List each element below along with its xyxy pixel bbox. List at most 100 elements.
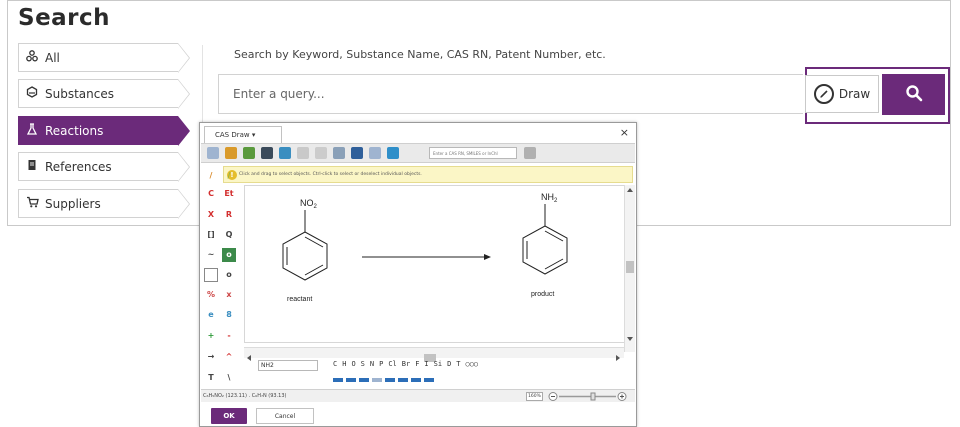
- reaction-arrowhead: [484, 254, 491, 260]
- element-cl[interactable]: Cl: [388, 360, 396, 368]
- mapping-icon[interactable]: 8: [222, 308, 236, 322]
- status-bar: C₆H₅NO₂ (123.11) . C₆H₇N (93.13) 160%: [201, 389, 635, 402]
- zoom-tool-icon[interactable]: Q: [222, 228, 236, 242]
- element-t[interactable]: T: [456, 360, 460, 368]
- info-text: Click and drag to select objects. Ctrl-c…: [239, 172, 422, 177]
- bold-bond-icon[interactable]: [411, 378, 421, 382]
- redo-icon[interactable]: [369, 147, 381, 159]
- plus-charge-icon[interactable]: +: [204, 329, 218, 343]
- zoom-level[interactable]: 160%: [526, 392, 543, 401]
- carbon-chain-icon[interactable]: C: [204, 187, 218, 201]
- product-label: product: [531, 291, 554, 298]
- element-br[interactable]: Br: [402, 360, 410, 368]
- ring-tool-icon[interactable]: o: [222, 248, 236, 262]
- template-icon[interactable]: [243, 147, 255, 159]
- arrow-tool-icon[interactable]: →: [204, 350, 218, 364]
- element-h[interactable]: H: [342, 360, 346, 368]
- line-tool-icon[interactable]: \: [222, 371, 236, 385]
- element-f[interactable]: F: [415, 360, 419, 368]
- structure-query-input[interactable]: [429, 147, 517, 159]
- search-button[interactable]: [882, 74, 945, 115]
- wedge-bond-icon[interactable]: [385, 378, 395, 382]
- pencil-tool-icon[interactable]: /: [204, 169, 218, 183]
- element-i[interactable]: I: [424, 360, 428, 368]
- cancel-button[interactable]: Cancel: [256, 408, 314, 424]
- charge-tool-icon[interactable]: e: [204, 308, 218, 322]
- ring-shortcut-icon[interactable]: ○○○: [466, 360, 479, 368]
- import-icon[interactable]: [387, 147, 399, 159]
- reactant-ring: [282, 231, 328, 281]
- reactant-label: reactant: [287, 296, 312, 303]
- undo-icon[interactable]: [351, 147, 363, 159]
- triple-bond-icon[interactable]: [359, 378, 369, 382]
- eraser-tool-icon[interactable]: /: [222, 169, 236, 183]
- ethyl-icon[interactable]: Et: [222, 187, 236, 201]
- all-icon: [19, 50, 45, 65]
- draw-button-label: Draw: [838, 87, 871, 101]
- copy-icon[interactable]: [315, 147, 327, 159]
- text-tool-icon[interactable]: T: [204, 371, 218, 385]
- element-o[interactable]: O: [351, 360, 355, 368]
- zoom-slider[interactable]: [548, 391, 628, 402]
- nav-label-reactions: Reactions: [45, 123, 104, 138]
- nav-item-suppliers[interactable]: Suppliers: [18, 189, 190, 219]
- search-icon: [905, 84, 923, 106]
- lasso-select-icon[interactable]: [204, 268, 218, 282]
- canvas-vertical-scrollbar[interactable]: [624, 185, 635, 352]
- minus-charge-icon[interactable]: -: [222, 329, 236, 343]
- pin-icon[interactable]: [225, 147, 237, 159]
- nav-item-all[interactable]: All: [18, 43, 190, 73]
- lookup-icon[interactable]: [524, 147, 536, 159]
- drawing-canvas[interactable]: NO2 reactant NH2 product: [244, 185, 634, 343]
- references-icon: [19, 159, 45, 174]
- element-palette: C H O S N P Cl Br F I Si D T ○○○: [333, 360, 478, 368]
- dialog-header: CAS Draw ▾ ×: [200, 123, 636, 143]
- reaction-drawing: NO2 reactant NH2 product: [282, 192, 568, 303]
- any-bond-icon[interactable]: [424, 378, 434, 382]
- formula-input[interactable]: [258, 360, 318, 371]
- drawing-tools: / / C Et X R [] Q ~ o o % x e 8 + - → ^ …: [202, 166, 242, 388]
- scissors-icon[interactable]: x: [222, 288, 236, 302]
- nav-label-suppliers: Suppliers: [45, 196, 101, 211]
- element-c[interactable]: C: [333, 360, 337, 368]
- cas-draw-dialog: CAS Draw ▾ × ! Click and drag to select …: [199, 122, 637, 427]
- save-structure-icon[interactable]: [261, 147, 273, 159]
- element-n[interactable]: N: [370, 360, 374, 368]
- canvas-horizontal-scrollbar[interactable]: [244, 347, 624, 362]
- single-bond-icon[interactable]: [333, 378, 343, 382]
- substances-icon: [19, 86, 45, 101]
- search-input[interactable]: [219, 75, 803, 113]
- cut-icon[interactable]: [297, 147, 309, 159]
- paste-icon[interactable]: [333, 147, 345, 159]
- nav-item-substances[interactable]: Substances: [18, 79, 190, 109]
- cas-draw-tab[interactable]: CAS Draw ▾: [204, 126, 282, 143]
- bracket-icon[interactable]: []: [204, 228, 218, 242]
- r-group-icon[interactable]: R: [222, 208, 236, 222]
- select-arrow-icon[interactable]: [207, 147, 219, 159]
- hash-bond-icon[interactable]: [398, 378, 408, 382]
- element-s[interactable]: S: [361, 360, 365, 368]
- reaction-arrow-icon[interactable]: ^: [222, 350, 236, 364]
- aromatic-bond-icon[interactable]: [372, 378, 382, 382]
- clean-structure-icon[interactable]: [279, 147, 291, 159]
- product-ring: [522, 225, 568, 275]
- nav-label-all: All: [45, 50, 60, 65]
- atom-x-icon[interactable]: X: [204, 208, 218, 222]
- chain-tool-icon[interactable]: ~: [204, 248, 218, 262]
- draw-toolbar: [201, 143, 635, 163]
- nav-item-reactions[interactable]: Reactions: [18, 116, 190, 146]
- double-bond-icon[interactable]: [346, 378, 356, 382]
- info-bar: ! Click and drag to select objects. Ctrl…: [223, 166, 633, 183]
- draw-button[interactable]: Draw: [805, 75, 879, 113]
- pencil-icon: [813, 84, 834, 104]
- element-p[interactable]: P: [379, 360, 383, 368]
- bond-tool-icon[interactable]: %: [204, 288, 218, 302]
- close-icon[interactable]: ×: [620, 126, 629, 139]
- lasso-icon[interactable]: o: [222, 268, 236, 282]
- product-group-label: NH2: [541, 192, 558, 204]
- nav-item-references[interactable]: References: [18, 152, 190, 182]
- element-si[interactable]: Si: [434, 360, 442, 368]
- formula-weight-text: C₆H₅NO₂ (123.11) . C₆H₇N (93.13): [203, 393, 287, 399]
- element-d[interactable]: D: [447, 360, 451, 368]
- ok-button[interactable]: OK: [211, 408, 247, 424]
